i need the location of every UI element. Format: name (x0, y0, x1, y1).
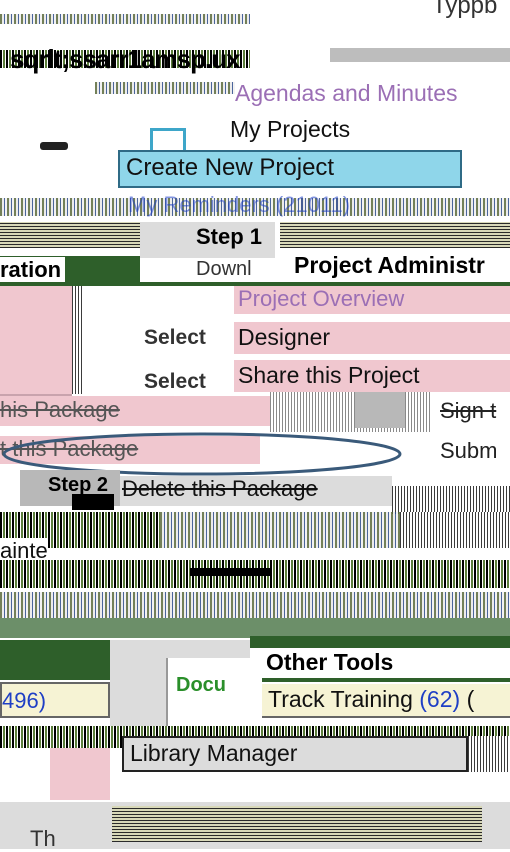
other-tools-rule (262, 678, 510, 682)
other-tools-heading-label: Other Tools (266, 649, 394, 675)
other-tools-heading: Other Tools (262, 648, 510, 678)
library-manager-label: Library Manager (130, 740, 298, 766)
bottom-fragment: Th (30, 826, 56, 851)
left-green-block (0, 640, 110, 680)
count-left-value: 496) (2, 688, 47, 713)
package-hatch-right (392, 486, 510, 514)
noise-band-right (400, 512, 510, 548)
docu-panel: Docu (110, 640, 252, 740)
docu-fragment[interactable]: Docu (176, 674, 226, 697)
library-hatch (468, 736, 510, 772)
other-tools-top-rule (250, 636, 510, 648)
noise-band-lower-2 (0, 592, 510, 618)
bottom-pink-block (50, 748, 110, 800)
track-training-count: (62) (419, 686, 461, 712)
bottom-bar: Th (0, 802, 510, 851)
delete-package-label: Delete this Package (122, 476, 318, 501)
count-box: 496) (0, 682, 110, 718)
library-manager-button[interactable]: Library Manager (122, 736, 468, 772)
delete-package-button[interactable]: Delete this Package (120, 476, 392, 506)
black-stroke (190, 568, 270, 576)
highlight-ellipse (2, 432, 402, 476)
step2-black-bar (72, 494, 114, 510)
green-band (0, 618, 510, 638)
track-training-link[interactable]: Track Training (62) ( (262, 684, 510, 718)
track-training-suffix: ( (466, 686, 475, 712)
track-training-label: Track Training (268, 686, 413, 712)
noise-band-mid (160, 512, 400, 548)
